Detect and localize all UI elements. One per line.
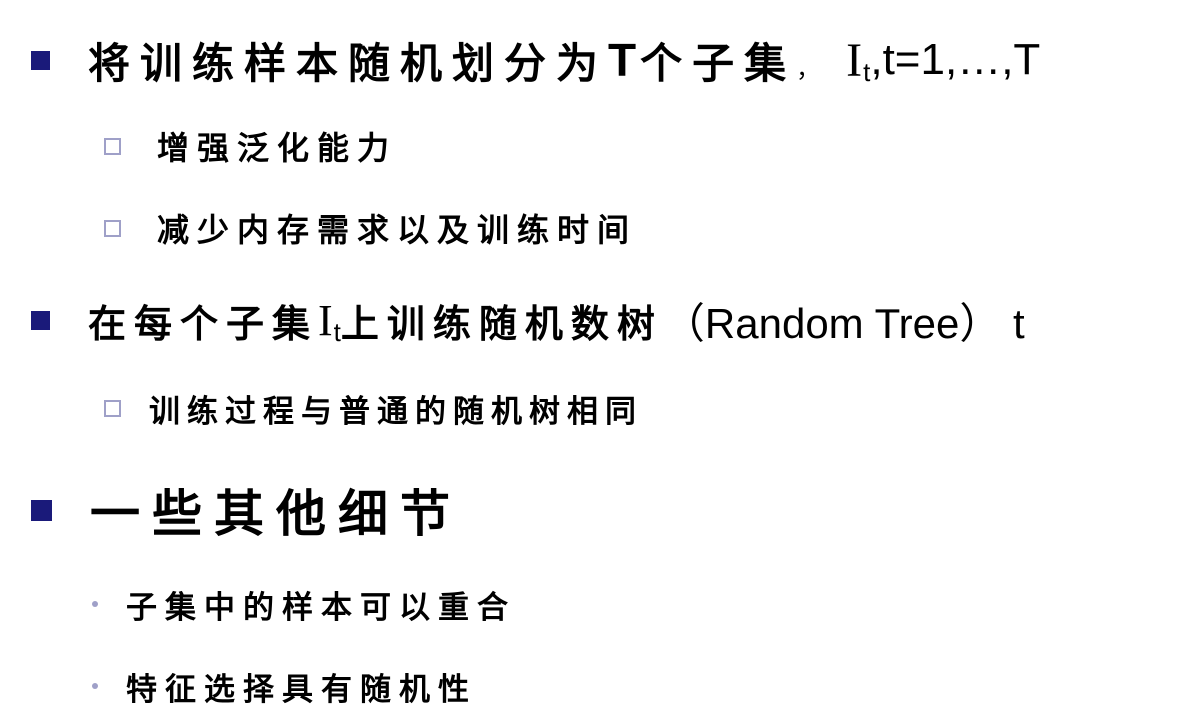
hollow-square-bullet-icon: [104, 399, 121, 417]
item-1-var: I: [846, 33, 863, 87]
bullet-item-7: 子集中的样本可以重合: [92, 583, 516, 626]
bullet-item-4: 在每个子集 It 上训练随机数树 （Random Tree） t: [31, 290, 1025, 350]
bullet-item-2: 增强泛化能力: [104, 125, 397, 167]
dot-bullet-icon: [92, 601, 98, 607]
item-1-text: 将训练样本随机划分为: [88, 38, 609, 88]
item-4-text-2: 上训练随机数树: [340, 300, 663, 346]
item-5-text: 训练过程与普通的随机树相同: [149, 393, 643, 430]
item-1-tail: ,t=1,…,T: [870, 35, 1041, 84]
item-8-text: 特征选择具有随机性: [126, 671, 477, 708]
square-bullet-icon: [31, 50, 50, 70]
item-4-subscript: t: [333, 316, 341, 347]
item-6-text: 一些其他细节: [90, 484, 462, 543]
item-7-text: 子集中的样本可以重合: [126, 589, 516, 626]
square-bullet-icon: [31, 310, 50, 330]
item-3-text: 减少内存需求以及训练时间: [157, 211, 638, 249]
item-4-tail: （Random Tree） t: [662, 299, 1025, 347]
item-4-var: I: [318, 295, 333, 345]
item-4-text: 在每个子集: [88, 300, 319, 346]
bullet-item-5: 训练过程与普通的随机树相同: [104, 387, 643, 430]
bullet-item-6: 一些其他细节: [31, 475, 462, 545]
item-2-text: 增强泛化能力: [157, 129, 398, 167]
bullet-item-1: 将训练样本随机划分为 T 个子集 ， It ,t=1,…,T: [31, 30, 1040, 90]
item-1-comma: ，: [796, 55, 821, 83]
item-1-subscript: t: [863, 56, 871, 87]
square-bullet-icon: [31, 499, 52, 521]
hollow-square-bullet-icon: [104, 219, 121, 237]
hollow-square-bullet-icon: [104, 137, 121, 155]
bullet-item-3: 减少内存需求以及训练时间: [104, 207, 637, 249]
bullet-item-8: 特征选择具有随机性: [92, 665, 477, 708]
item-1-text-2: 个子集: [640, 38, 797, 88]
item-1-T: T: [608, 34, 637, 86]
dot-bullet-icon: [92, 683, 98, 689]
